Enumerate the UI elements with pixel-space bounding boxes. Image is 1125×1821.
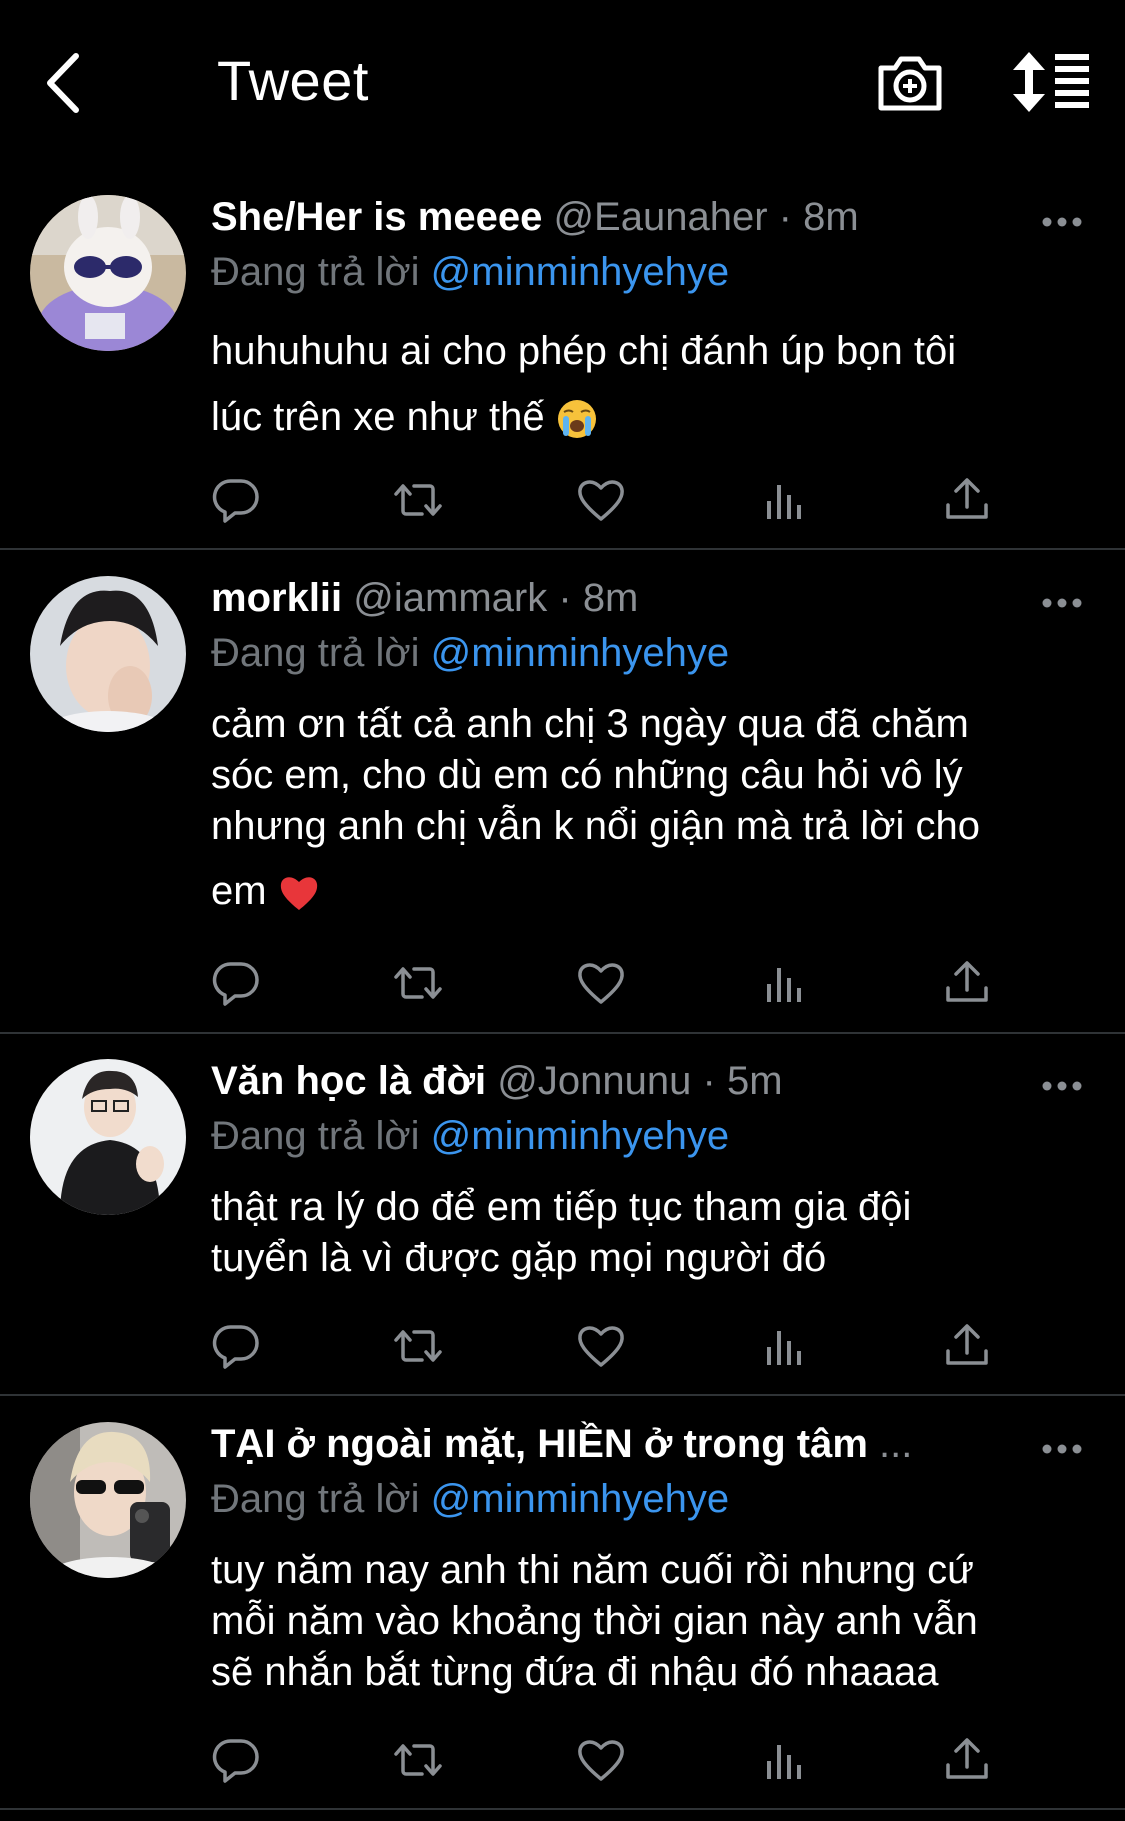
tweet-actions — [211, 958, 991, 1008]
avatar[interactable] — [30, 195, 186, 351]
replying-to-label: Đang trả lời — [211, 1114, 420, 1158]
time-separator: · — [778, 195, 792, 239]
replying-to-label: Đang trả lời — [211, 1477, 420, 1521]
share-icon[interactable] — [942, 1735, 992, 1785]
tweet-line: thật ra lý do để em tiếp tục tham gia độ… — [211, 1185, 912, 1229]
avatar[interactable] — [30, 1059, 186, 1215]
tweet-line: cảm ơn tất cả anh chị 3 ngày qua đã chăm — [211, 702, 969, 746]
display-name[interactable]: morklii — [211, 576, 342, 620]
display-name[interactable]: Văn học là đời — [211, 1059, 486, 1103]
timestamp: 5m — [726, 1059, 783, 1103]
red-heart-emoji — [280, 877, 317, 911]
more-options-icon[interactable] — [1042, 1079, 1082, 1093]
reply-icon[interactable] — [211, 958, 261, 1008]
replying-to-handle[interactable]: @minminhyehye — [431, 1114, 730, 1158]
page-title: Tweet — [217, 49, 369, 112]
reply-icon[interactable] — [211, 1735, 261, 1785]
tweet-header: morklii @iammark · 8m — [211, 576, 638, 626]
share-icon[interactable] — [942, 475, 992, 525]
top-bar: Tweet — [0, 0, 1125, 165]
display-name[interactable]: She/Her is meeee — [211, 195, 542, 239]
user-handle[interactable]: @Jonnunu — [497, 1059, 691, 1103]
more-options-icon[interactable] — [1042, 596, 1082, 610]
tweet-actions — [211, 1321, 991, 1371]
tweet-line: lúc trên xe như thế — [211, 384, 1091, 450]
tweet-text: thật ra lý do để em tiếp tục tham gia độ… — [211, 1182, 1091, 1284]
chevron-left-icon[interactable] — [40, 48, 90, 118]
tweet-line: sẽ nhắn bắt từng đứa đi nhậu đó nhaaaa — [211, 1650, 939, 1694]
stats-icon[interactable] — [759, 475, 809, 525]
replying-to-handle[interactable]: @minminhyehye — [431, 250, 730, 294]
replying-to: Đang trả lời @minminhyehye — [211, 1477, 729, 1522]
retweet-icon[interactable] — [393, 475, 443, 525]
tweet-text: cảm ơn tất cả anh chị 3 ngày qua đã chăm… — [211, 699, 1091, 917]
divider — [0, 1394, 1125, 1396]
like-icon[interactable] — [576, 1735, 626, 1785]
retweet-icon[interactable] — [393, 1321, 443, 1371]
timestamp: 8m — [803, 195, 859, 239]
like-icon[interactable] — [576, 1321, 626, 1371]
divider — [0, 548, 1125, 550]
tweet-line: tuyển là vì được gặp mọi người đó — [211, 1236, 827, 1280]
tweet-text: tuy năm nay anh thi năm cuối rồi nhưng c… — [211, 1545, 1091, 1698]
tweet-line: tuy năm nay anh thi năm cuối rồi nhưng c… — [211, 1548, 974, 1592]
tweet-line: sóc em, cho dù em có những câu hỏi vô lý — [211, 753, 963, 797]
display-name[interactable]: TẠI ở ngoài mặt, HIỀN ở trong tâm — [211, 1422, 868, 1466]
replying-to-handle[interactable]: @minminhyehye — [431, 631, 730, 675]
retweet-icon[interactable] — [393, 958, 443, 1008]
tweet-header: She/Her is meeee @Eaunaher · 8m — [211, 195, 859, 245]
camera-plus-icon[interactable] — [875, 48, 945, 118]
tweet-header: Văn học là đời @Jonnunu · 5m — [211, 1059, 783, 1109]
retweet-icon[interactable] — [393, 1735, 443, 1785]
replying-to: Đang trả lời @minminhyehye — [211, 1114, 729, 1159]
reply-icon[interactable] — [211, 475, 261, 525]
stats-icon[interactable] — [759, 1321, 809, 1371]
share-icon[interactable] — [942, 958, 992, 1008]
replying-to: Đang trả lời @minminhyehye — [211, 631, 729, 676]
tweet-actions — [211, 1735, 991, 1785]
user-handle[interactable]: @iammark — [353, 576, 547, 620]
replying-to-label: Đang trả lời — [211, 631, 420, 675]
timestamp: 8m — [582, 576, 639, 620]
like-icon[interactable] — [576, 475, 626, 525]
tweet-line: huhuhuhu ai cho phép chị đánh úp bọn tôi — [211, 329, 957, 373]
replying-to-label: Đang trả lời — [211, 250, 420, 294]
truncation-ellipsis: ... — [879, 1422, 913, 1466]
sort-list-icon[interactable] — [1013, 52, 1091, 112]
replying-to: Đang trả lời @minminhyehye — [211, 250, 729, 295]
stats-icon[interactable] — [759, 1735, 809, 1785]
divider — [0, 1808, 1125, 1810]
tweet-actions — [211, 475, 991, 525]
replying-to-handle[interactable]: @minminhyehye — [431, 1477, 730, 1521]
tweet-line: mỗi năm vào khoảng thời gian này anh vẫn — [211, 1599, 978, 1643]
tweet-text: huhuhuhu ai cho phép chị đánh úp bọn tôi… — [211, 318, 1091, 450]
tweet-line: em — [211, 866, 1091, 917]
divider — [0, 1032, 1125, 1034]
time-separator: · — [558, 576, 572, 620]
avatar[interactable] — [30, 1422, 186, 1578]
share-icon[interactable] — [942, 1321, 992, 1371]
loudly-crying-face-emoji — [557, 400, 596, 439]
tweet-header: TẠI ở ngoài mặt, HIỀN ở trong tâm ... — [211, 1422, 912, 1472]
stats-icon[interactable] — [759, 958, 809, 1008]
like-icon[interactable] — [576, 958, 626, 1008]
tweet-line: nhưng anh chị vẫn k nổi giận mà trả lời … — [211, 804, 981, 848]
avatar[interactable] — [30, 576, 186, 732]
more-options-icon[interactable] — [1042, 215, 1082, 229]
more-options-icon[interactable] — [1042, 1442, 1082, 1456]
time-separator: · — [702, 1059, 716, 1103]
reply-icon[interactable] — [211, 1321, 261, 1371]
user-handle[interactable]: @Eaunaher — [553, 195, 767, 239]
